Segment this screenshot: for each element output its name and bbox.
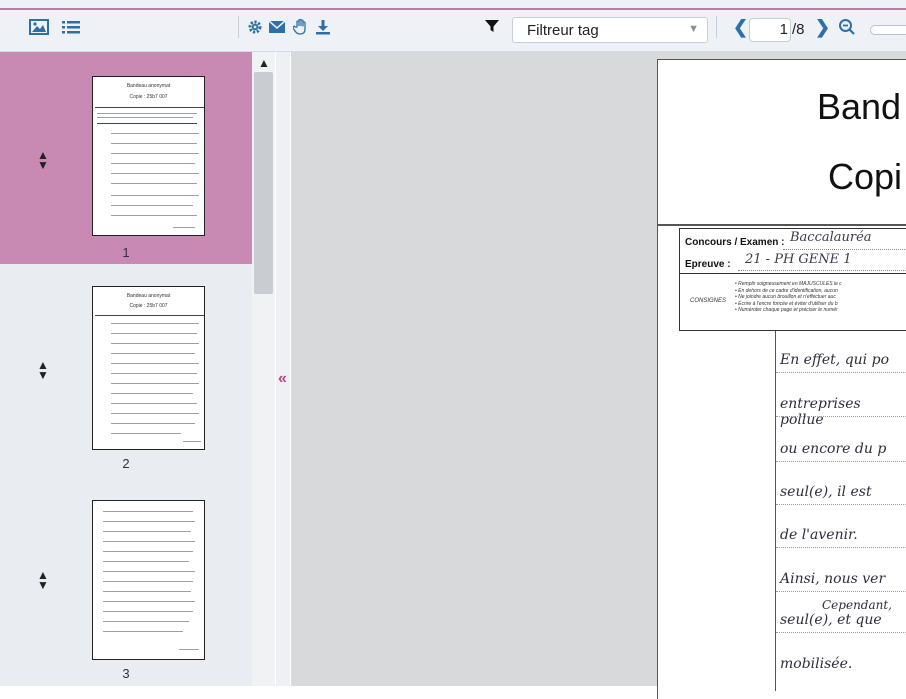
handwritten-line: entreprises pollue — [780, 396, 861, 428]
concours-label: Concours / Examen : — [685, 237, 785, 248]
sidebar-collapse-strip[interactable] — [276, 52, 290, 686]
handwritten-line: de l'avenir. — [780, 527, 858, 543]
epreuve-label: Epreuve : — [685, 259, 731, 270]
zoom-slider[interactable] — [870, 25, 906, 35]
thumbnail-subheading: Copie : 25b7 007 — [129, 94, 168, 100]
consignes-label: CONSIGNES — [690, 298, 727, 304]
tag-filter-select[interactable]: Filtreur tag ▼ — [512, 17, 708, 43]
handwritten-line: En effet, qui po — [780, 352, 889, 368]
handwritten-line: Cependant, — [822, 598, 892, 612]
thumbnail-preview: Bandeau anonymat Copie : 25b7 007 — [92, 76, 205, 236]
ruled-line — [776, 591, 906, 592]
download-icon[interactable] — [312, 18, 334, 36]
page-number-input[interactable]: 1 — [749, 18, 791, 42]
document-title: Band — [817, 86, 902, 127]
dotted-line — [738, 270, 906, 271]
filter-icon — [484, 18, 502, 36]
tag-filter-value: Filtreur tag — [527, 22, 599, 39]
consignes-text: • Remplir soigneusement en MAJUSCULES le… — [735, 281, 842, 313]
toolbar-divider — [238, 16, 239, 38]
handwritten-line: ou encore du p — [780, 441, 887, 457]
zoom-out-icon[interactable] — [838, 18, 858, 38]
thumbnail-heading: Bandeau anonymat — [126, 293, 171, 299]
thumbnail-item[interactable]: ▲ ▼ 3 — [0, 490, 252, 686]
divider — [657, 224, 906, 226]
divider — [679, 273, 906, 274]
ruled-line — [776, 547, 906, 548]
reorder-icon[interactable]: ▲ ▼ — [33, 359, 53, 384]
image-view-icon[interactable] — [28, 18, 50, 36]
thumbnail-preview: Bandeau anonymat Copie : 25b7 007 — [92, 286, 205, 450]
document-subtitle: Copi — [828, 156, 903, 197]
concours-value: Baccalauréa — [790, 230, 872, 245]
thumbnail-preview — [92, 500, 205, 660]
handwritten-line: seul(e), et que — [780, 612, 882, 628]
ruled-line — [776, 504, 906, 505]
thumbnail-page-number: 2 — [122, 456, 130, 471]
ruled-line — [776, 372, 906, 373]
gear-icon[interactable] — [244, 18, 266, 36]
ruled-line — [776, 461, 906, 462]
handwritten-line: mobilisée. — [780, 656, 853, 672]
margin-line — [775, 331, 776, 691]
epreuve-value: 21 - PH GENE 1 — [745, 252, 852, 267]
dotted-line — [783, 249, 906, 250]
scroll-up-icon[interactable]: ▲ — [258, 56, 270, 70]
handwritten-line: Ainsi, nous ver — [780, 571, 886, 587]
toolbar-divider — [716, 16, 717, 38]
page-total: /8 — [792, 21, 805, 38]
list-view-icon[interactable] — [60, 18, 82, 36]
chevron-right-icon[interactable]: ❯ — [815, 17, 830, 38]
accent-line — [0, 8, 906, 10]
ruled-line — [776, 416, 906, 417]
thumbnail-item[interactable]: ▲ ▼ Bandeau anonymat Copie : 25b7 007 1 — [0, 52, 252, 264]
ruled-line — [776, 632, 906, 633]
thumbnail-subheading: Copie : 25b7 007 — [129, 303, 168, 309]
mail-icon[interactable] — [266, 18, 288, 36]
handwritten-line: seul(e), il est — [780, 484, 872, 500]
thumbnail-page-number: 1 — [122, 245, 130, 260]
reorder-icon[interactable]: ▲ ▼ — [33, 149, 53, 174]
thumbnail-item[interactable]: ▲ ▼ Bandeau anonymat Copie : 25b7 007 2 — [0, 274, 252, 471]
double-chevron-left-icon[interactable]: « — [278, 370, 287, 388]
scrollbar-thumb[interactable] — [254, 72, 273, 294]
reorder-icon[interactable]: ▲ ▼ — [33, 569, 53, 594]
chevron-down-icon: ▼ — [688, 23, 699, 35]
thumbnail-page-number: 3 — [122, 666, 130, 681]
thumbnail-heading: Bandeau anonymat — [126, 83, 171, 89]
chevron-left-icon[interactable]: ❮ — [733, 17, 748, 38]
hand-icon[interactable] — [290, 18, 312, 36]
